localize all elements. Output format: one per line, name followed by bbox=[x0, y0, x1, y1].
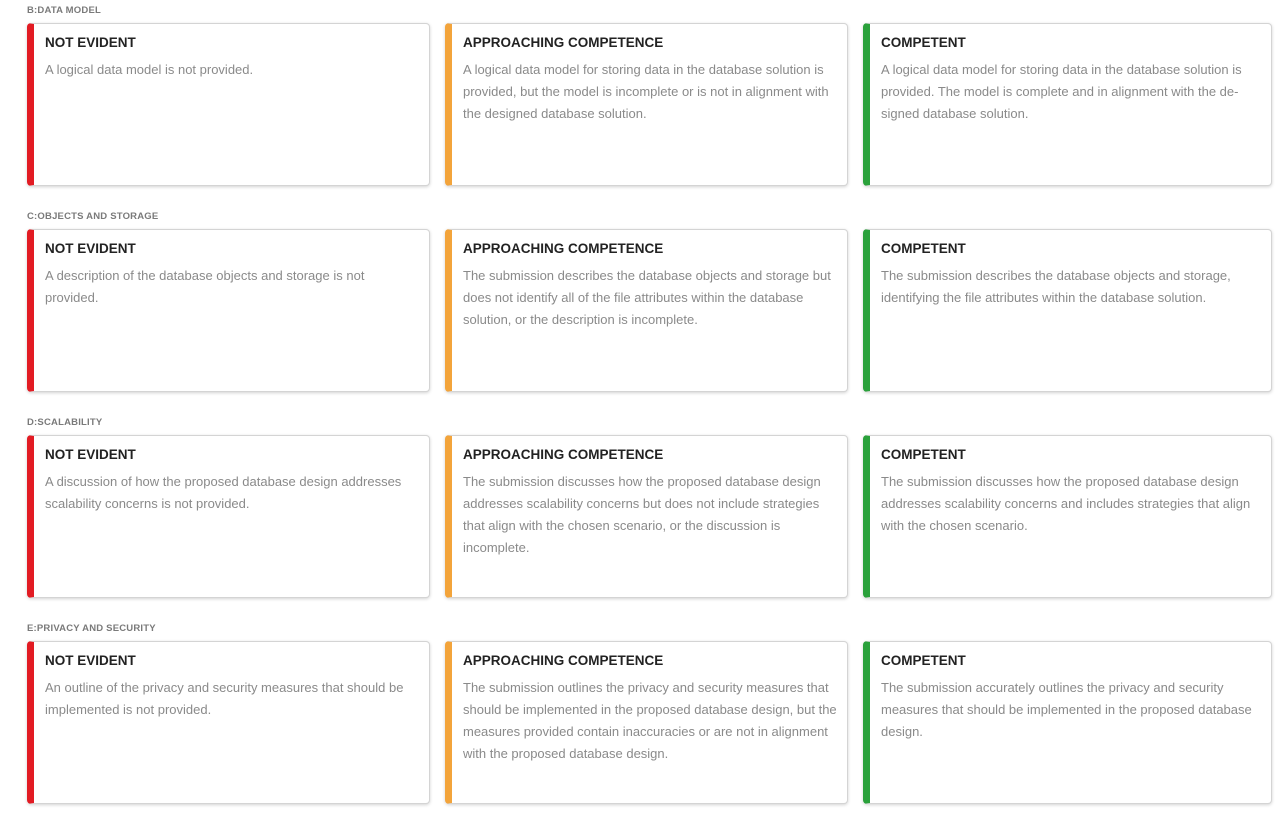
card-description: A logical data model for storing data in… bbox=[463, 62, 829, 121]
section-label: B:DATA MODEL bbox=[27, 5, 101, 16]
card-not-evident: NOT EVIDENT A discussion of how the prop… bbox=[27, 435, 430, 598]
card-description: A logical data model for storing data in… bbox=[881, 62, 1242, 121]
card-description: The submission describes the database ob… bbox=[463, 268, 831, 327]
card-title: COMPETENT bbox=[881, 241, 966, 256]
section-label: D:SCALABILITY bbox=[27, 417, 103, 428]
card-description: The submission outlines the privacy and … bbox=[463, 680, 837, 761]
card-description: A logical data model is not provided. bbox=[45, 62, 254, 77]
section-label: E:PRIVACY AND SECURITY bbox=[27, 623, 156, 634]
card-approaching-competence: APPROACHING COMPETENCE The submission di… bbox=[445, 435, 848, 598]
card-description: The submission discusses how the propose… bbox=[463, 474, 821, 555]
card-description: The submission discusses how the propose… bbox=[881, 474, 1251, 533]
card-title: COMPETENT bbox=[881, 653, 966, 668]
card-competent: COMPETENT A logical data model for stori… bbox=[863, 23, 1272, 186]
card-title: APPROACHING COMPETENCE bbox=[463, 35, 664, 50]
card-not-evident: NOT EVIDENT A description of the databas… bbox=[27, 229, 430, 392]
card-approaching-competence: APPROACHING COMPETENCE The submission ou… bbox=[445, 641, 848, 804]
card-title: APPROACHING COMPETENCE bbox=[463, 447, 664, 462]
card-title: COMPETENT bbox=[881, 447, 966, 462]
card-title: NOT EVIDENT bbox=[45, 447, 136, 462]
card-description: A discussion of how the proposed databas… bbox=[45, 474, 402, 511]
card-description: A description of the database objects an… bbox=[45, 268, 365, 305]
card-approaching-competence: APPROACHING COMPETENCE A logical data mo… bbox=[445, 23, 848, 186]
card-title: NOT EVIDENT bbox=[45, 241, 136, 256]
card-description: The submission accurately outlines the p… bbox=[881, 680, 1252, 739]
section-label: C:OBJECTS AND STORAGE bbox=[27, 211, 159, 222]
card-competent: COMPETENT The submission accurately outl… bbox=[863, 641, 1272, 804]
card-title: COMPETENT bbox=[881, 35, 966, 50]
card-title: APPROACHING COMPETENCE bbox=[463, 241, 664, 256]
card-title: NOT EVIDENT bbox=[45, 653, 136, 668]
card-approaching-competence: APPROACHING COMPETENCE The submission de… bbox=[445, 229, 848, 392]
card-title: NOT EVIDENT bbox=[45, 35, 136, 50]
card-description: The submission describes the database ob… bbox=[881, 268, 1231, 305]
card-title: APPROACHING COMPETENCE bbox=[463, 653, 664, 668]
card-competent: COMPETENT The submission discusses how t… bbox=[863, 435, 1272, 598]
card-competent: COMPETENT The submission describes the d… bbox=[863, 229, 1272, 392]
card-not-evident: NOT EVIDENT An outline of the privacy an… bbox=[27, 641, 430, 804]
card-not-evident: NOT EVIDENT A logical data model is not … bbox=[27, 23, 430, 186]
card-description: An outline of the privacy and security m… bbox=[45, 680, 404, 717]
